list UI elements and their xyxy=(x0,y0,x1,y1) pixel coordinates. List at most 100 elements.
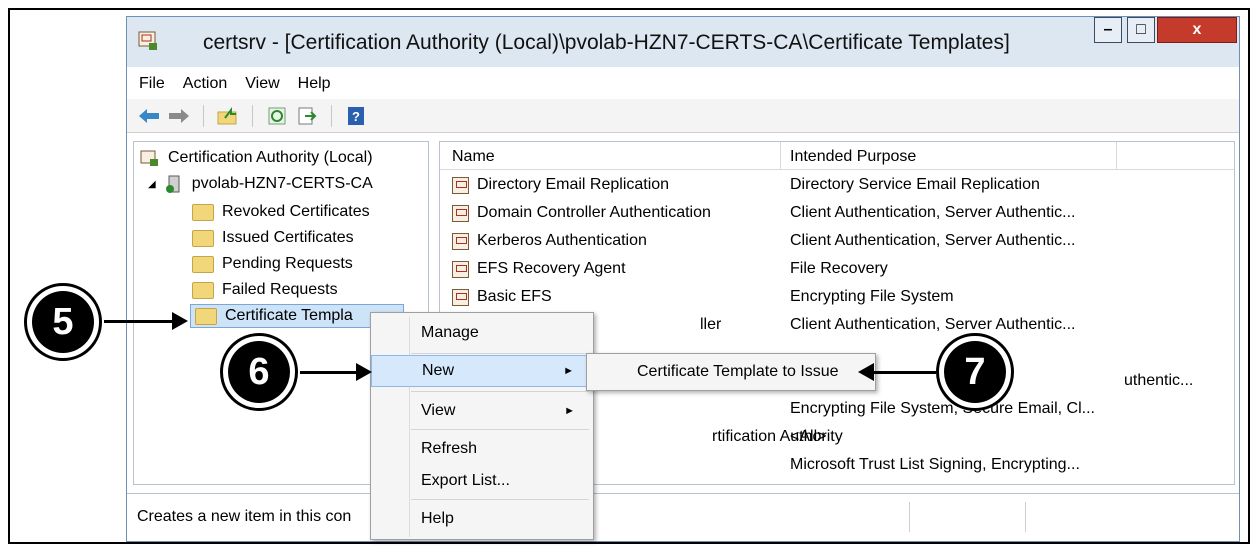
forward-arrow-icon[interactable] xyxy=(167,104,191,128)
callout-arrow-line xyxy=(874,371,936,374)
folder-icon xyxy=(195,307,217,325)
column-divider[interactable] xyxy=(1116,142,1117,170)
context-item-manage[interactable]: Manage xyxy=(371,317,593,349)
template-purpose: Microsoft Trust List Signing, Encrypting… xyxy=(790,456,1080,473)
folder-icon xyxy=(192,281,214,299)
callout-number: 6 xyxy=(228,341,290,403)
column-divider[interactable] xyxy=(780,142,781,170)
context-menu: Manage New ► View ► Refresh Export List...… xyxy=(370,312,594,540)
status-text: Creates a new item in this con xyxy=(137,508,352,525)
table-row[interactable]: Kerberos Authentication Client Authentic… xyxy=(440,228,1234,256)
refresh-icon[interactable] xyxy=(265,104,289,128)
folder-icon xyxy=(192,203,214,221)
status-divider xyxy=(1025,502,1026,532)
menu-view[interactable]: View xyxy=(245,75,279,93)
menu-file[interactable]: File xyxy=(139,75,165,93)
tree-item-pending[interactable]: Pending Requests xyxy=(192,252,353,276)
export-icon[interactable] xyxy=(295,104,319,128)
template-purpose: File Recovery xyxy=(790,260,888,277)
callout-arrow-line xyxy=(300,371,356,374)
template-purpose: Client Authentication, Server Authentic.… xyxy=(790,232,1076,249)
menu-action[interactable]: Action xyxy=(183,75,227,93)
certificate-template-icon xyxy=(452,204,469,222)
toolbar-separator xyxy=(331,104,332,127)
tree-item-revoked[interactable]: Revoked Certificates xyxy=(192,200,370,224)
tree-item-label: Pending Requests xyxy=(222,255,353,272)
tree-item-label: Certificate Templa xyxy=(225,307,353,324)
ca-server-icon xyxy=(165,175,180,193)
context-item-new[interactable]: New ► xyxy=(371,355,593,387)
tree-ca-node[interactable]: ◢ pvolab-HZN7-CERTS-CA xyxy=(148,172,373,196)
context-item-label: New xyxy=(422,362,455,379)
folder-icon xyxy=(192,229,214,247)
column-header-purpose[interactable]: Intended Purpose xyxy=(790,148,916,166)
callout-arrowhead xyxy=(356,363,372,381)
toolbar: ? xyxy=(127,99,1239,133)
template-purpose: uthentic... xyxy=(1124,372,1194,389)
tree-item-failed[interactable]: Failed Requests xyxy=(192,278,338,302)
template-name: EFS Recovery Agent xyxy=(477,260,626,277)
column-header-name[interactable]: Name xyxy=(452,148,495,166)
certificate-template-icon xyxy=(452,232,469,250)
callout-arrowhead xyxy=(858,363,874,381)
template-purpose: Encrypting File System xyxy=(790,288,954,305)
template-purpose: <All> xyxy=(790,428,827,445)
mmc-window: certsrv - [Certification Authority (Loca… xyxy=(126,16,1240,542)
template-name: Kerberos Authentication xyxy=(477,232,647,249)
context-item-label: Manage xyxy=(421,324,479,341)
template-name: Directory Email Replication xyxy=(477,176,670,193)
template-purpose: Client Authentication, Server Authentic.… xyxy=(790,204,1076,221)
menu-separator xyxy=(411,499,589,500)
template-purpose: Client Authentication, Server Authentic.… xyxy=(790,316,1076,333)
template-purpose: Directory Service Email Replication xyxy=(790,176,1040,193)
new-submenu: Certificate Template to Issue xyxy=(586,353,876,391)
menu-help[interactable]: Help xyxy=(298,75,331,93)
context-item-label: Refresh xyxy=(421,440,478,457)
callout-number: 5 xyxy=(32,291,94,353)
table-row[interactable]: Basic EFS Encrypting File System xyxy=(440,284,1234,312)
menu-separator xyxy=(411,353,589,354)
tree-item-label: Failed Requests xyxy=(222,281,338,298)
tree-item-label: Revoked Certificates xyxy=(222,203,370,220)
close-button[interactable]: x xyxy=(1157,17,1237,43)
tree-ca-label: pvolab-HZN7-CERTS-CA xyxy=(191,175,373,192)
context-item-refresh[interactable]: Refresh xyxy=(371,433,593,465)
help-icon[interactable]: ? xyxy=(344,104,368,128)
context-item-view[interactable]: View ► xyxy=(371,395,593,427)
window-title: certsrv - [Certification Authority (Loca… xyxy=(203,31,1010,54)
callout-6: 6 xyxy=(220,333,298,411)
maximize-button[interactable]: □ xyxy=(1127,17,1155,43)
tree-root-label: Certification Authority (Local) xyxy=(168,149,373,166)
template-purpose: Encrypting File System, Secure Email, Cl… xyxy=(790,400,1095,417)
context-item-label: Help xyxy=(421,510,454,527)
submenu-item-certificate-template-to-issue[interactable]: Certificate Template to Issue xyxy=(589,356,873,388)
certificate-template-icon xyxy=(452,260,469,278)
expand-triangle-icon[interactable]: ◢ xyxy=(148,179,156,190)
folder-icon xyxy=(192,255,214,273)
svg-text:?: ? xyxy=(352,109,360,124)
back-arrow-icon[interactable] xyxy=(137,104,161,128)
callout-number: 7 xyxy=(944,341,1006,403)
context-item-help[interactable]: Help xyxy=(371,503,593,535)
toolbar-separator xyxy=(203,104,204,127)
status-bar: Creates a new item in this con xyxy=(127,493,1239,539)
toolbar-separator xyxy=(252,104,253,127)
title-bar: certsrv - [Certification Authority (Loca… xyxy=(127,17,1239,67)
tree-root[interactable]: Certification Authority (Local) xyxy=(140,146,373,170)
minimize-button[interactable]: – xyxy=(1094,17,1122,43)
table-row[interactable]: Domain Controller Authentication Client … xyxy=(440,200,1234,228)
context-item-label: View xyxy=(421,402,456,419)
table-row[interactable]: EFS Recovery Agent File Recovery xyxy=(440,256,1234,284)
tree-item-issued[interactable]: Issued Certificates xyxy=(192,226,354,250)
certificate-template-icon xyxy=(452,288,469,306)
template-name: ller xyxy=(700,316,722,333)
submenu-item-label: Certificate Template to Issue xyxy=(637,363,839,380)
ca-root-icon xyxy=(140,150,158,166)
table-row[interactable]: Directory Email Replication Directory Se… xyxy=(440,172,1234,200)
context-item-export-list[interactable]: Export List... xyxy=(371,465,593,497)
tree-item-label: Issued Certificates xyxy=(222,229,354,246)
menu-separator xyxy=(411,429,589,430)
submenu-arrow-icon: ► xyxy=(564,405,575,417)
up-folder-icon[interactable] xyxy=(216,104,240,128)
callout-arrow-line xyxy=(104,320,172,323)
